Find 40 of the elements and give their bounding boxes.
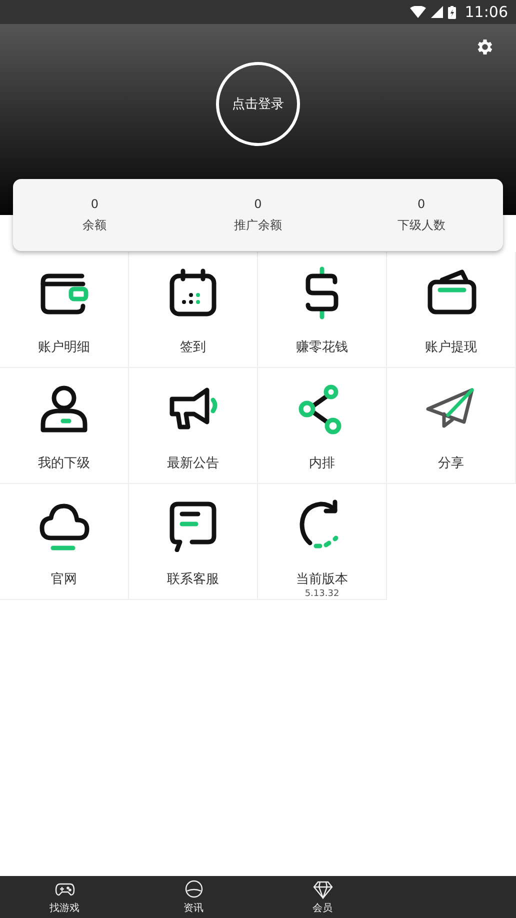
- stat-label: 推广余额: [234, 216, 282, 234]
- diamond-icon: [312, 879, 332, 899]
- version-number: 5.13.32: [304, 589, 340, 599]
- menu-tile[interactable]: 分享: [387, 368, 516, 484]
- tile-label: 当前版本: [296, 571, 348, 588]
- menu-tile[interactable]: 内排: [258, 368, 387, 484]
- tile-label: 签到: [180, 339, 206, 356]
- tile-label: 内排: [309, 455, 335, 472]
- battery-icon: [448, 6, 456, 18]
- tile-label: 账户明细: [38, 339, 90, 356]
- menu-tile[interactable]: 最新公告: [129, 368, 258, 484]
- stat-label: 余额: [82, 216, 107, 234]
- tile-label: 分享: [438, 455, 464, 472]
- menu-tile[interactable]: 签到: [129, 252, 258, 368]
- signal-icon: [430, 6, 443, 18]
- clock: 11:06: [464, 3, 508, 21]
- menu-tile[interactable]: 官网: [0, 484, 129, 600]
- tile-label: 我的下级: [38, 455, 90, 472]
- stat-value: 0: [254, 196, 262, 210]
- tile-label: 账户提现: [425, 339, 477, 356]
- menu-tile[interactable]: 账户明细: [0, 252, 129, 368]
- stat-value: 0: [418, 196, 426, 210]
- nav-tab[interactable]: 找游戏: [0, 876, 129, 918]
- tile-label: 最新公告: [167, 455, 219, 472]
- stat-label: 下级人数: [397, 216, 446, 234]
- login-button[interactable]: 点击登录: [216, 62, 300, 146]
- menu-tile[interactable]: 联系客服: [129, 484, 258, 600]
- nav-tab[interactable]: 资讯: [129, 876, 258, 918]
- nav-tab[interactable]: 会员: [258, 876, 387, 918]
- tile-label: 官网: [51, 571, 77, 588]
- menu-tile[interactable]: 账户提现: [387, 252, 516, 368]
- settings-icon[interactable]: [475, 37, 495, 57]
- menu-tile[interactable]: 当前版本 5.13.32: [258, 484, 387, 600]
- menu-tile[interactable]: 赚零花钱: [258, 252, 387, 368]
- tile-label: 赚零花钱: [296, 339, 348, 356]
- wifi-icon: [410, 6, 426, 18]
- tile-label: 联系客服: [167, 571, 219, 588]
- stat-value: 0: [90, 196, 98, 210]
- menu-tile[interactable]: 我的下级: [0, 368, 129, 484]
- globe-icon: [184, 879, 204, 899]
